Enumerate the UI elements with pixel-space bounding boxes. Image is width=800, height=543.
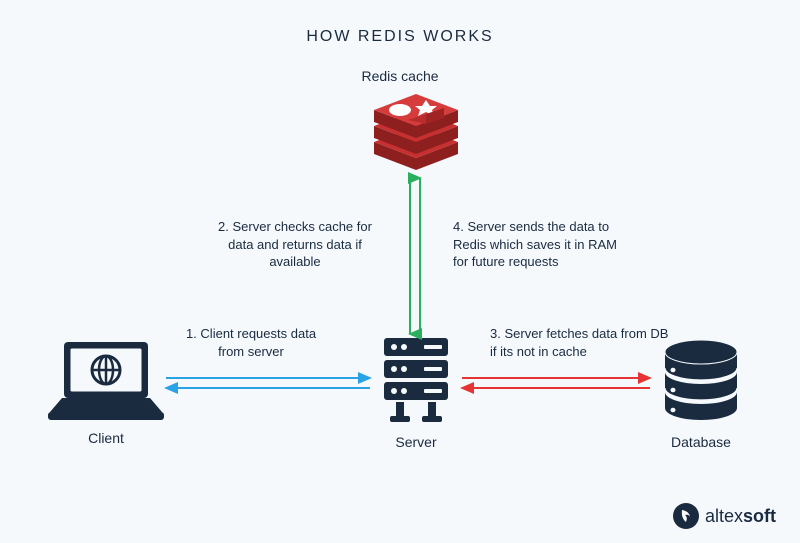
brand-logo-icon — [673, 503, 699, 529]
step-1-num: 1. — [186, 326, 197, 341]
step-4-body: Server sends the data to Redis which sav… — [453, 219, 617, 269]
step-3-text: 3. Server fetches data from DB if its no… — [490, 325, 670, 360]
step-2-body: Server checks cache for data and returns… — [228, 219, 372, 269]
redis-label: Redis cache — [0, 68, 800, 84]
step-2-num: 2. — [218, 219, 229, 234]
step-3-num: 3. — [490, 326, 501, 341]
step-4-num: 4. — [453, 219, 464, 234]
redis-icon — [366, 92, 466, 170]
step-1-text: 1. Client requests data from server — [176, 325, 326, 360]
step-1-body: Client requests data from server — [200, 326, 316, 359]
database-label: Database — [656, 434, 746, 450]
arrow-server-database — [456, 372, 656, 396]
redis-node — [366, 92, 466, 170]
brand-watermark: altexsoft — [673, 503, 776, 529]
diagram-title: HOW REDIS WORKS — [0, 28, 800, 46]
client-label: Client — [46, 430, 166, 446]
step-2-text: 2. Server checks cache for data and retu… — [210, 218, 380, 271]
arrow-server-redis — [402, 172, 428, 340]
server-label: Server — [376, 434, 456, 450]
laptop-icon — [46, 340, 166, 422]
client-node: Client — [46, 340, 166, 446]
server-node: Server — [376, 338, 456, 450]
brand-name: altexsoft — [705, 506, 776, 527]
step-4-text: 4. Server sends the data to Redis which … — [453, 218, 633, 271]
server-icon — [376, 338, 456, 426]
step-3-body: Server fetches data from DB if its not i… — [490, 326, 668, 359]
arrow-client-server — [160, 372, 376, 396]
